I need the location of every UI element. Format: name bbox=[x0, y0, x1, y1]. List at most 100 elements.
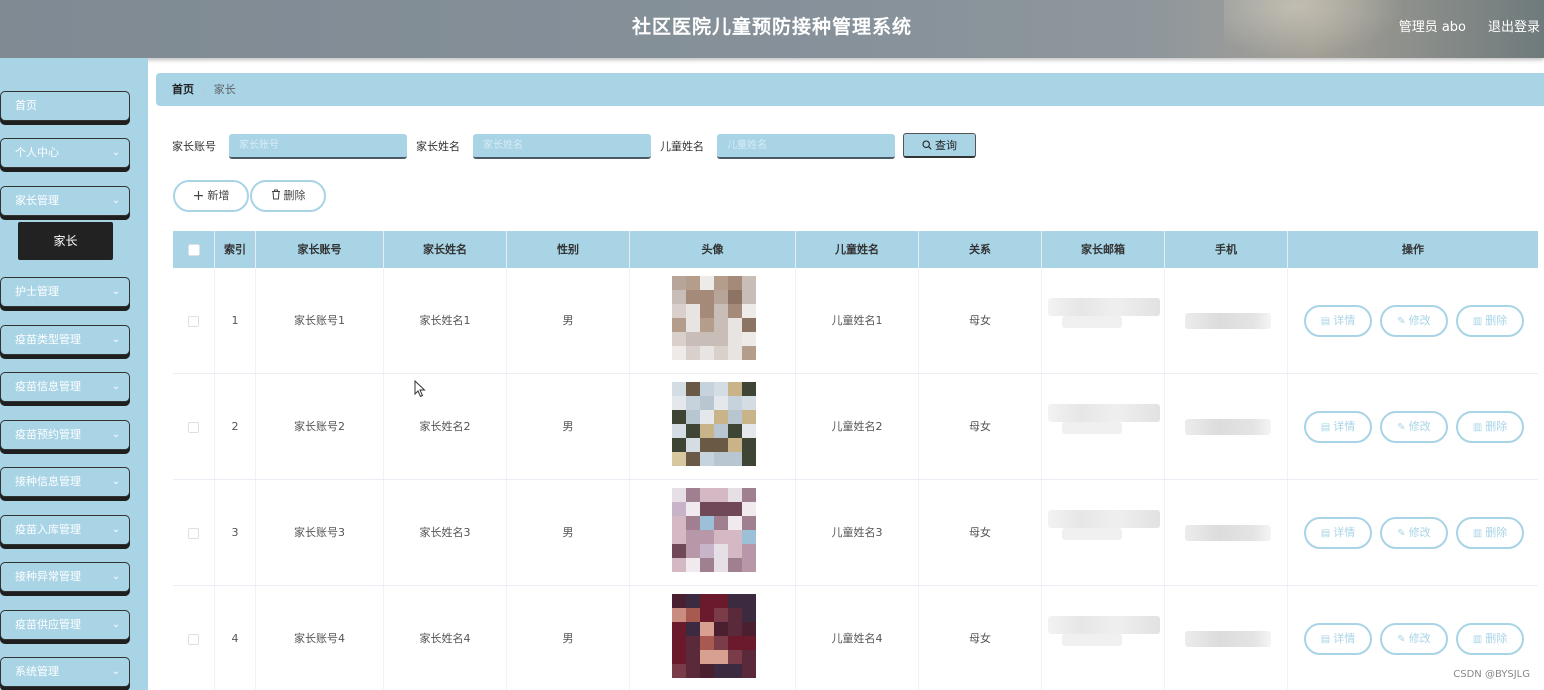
sidebar-item[interactable]: 接种异常管理 ⌄ bbox=[0, 562, 130, 592]
sidebar-item-label: 系统管理 bbox=[15, 665, 59, 678]
avatar-cell bbox=[630, 586, 796, 690]
row-checkbox-cell bbox=[173, 480, 215, 585]
row-checkbox[interactable] bbox=[188, 633, 199, 645]
sidebar-item[interactable]: 系统管理 ⌄ bbox=[0, 657, 130, 687]
trash-icon: ▥ bbox=[1472, 528, 1483, 539]
name-value: 家长姓名1 bbox=[419, 314, 471, 327]
top-header: 社区医院儿童预防接种管理系统 管理员 abo 退出登录 bbox=[0, 0, 1544, 58]
row-checkbox[interactable] bbox=[188, 315, 199, 327]
detail-button-label: 详情 bbox=[1333, 526, 1356, 539]
column-header-relation: 关系 bbox=[919, 231, 1042, 268]
chevron-down-icon: ⌄ bbox=[111, 195, 120, 206]
add-button[interactable]: + 新增 bbox=[173, 180, 249, 212]
actions-cell: ▤ 详情 ✎ 修改 ▥ 删除 bbox=[1288, 374, 1538, 479]
row-checkbox-cell bbox=[173, 374, 215, 479]
detail-button[interactable]: ▤ 详情 bbox=[1304, 411, 1372, 443]
trash-icon: ▥ bbox=[1472, 422, 1483, 433]
name-cell: 家长姓名3 bbox=[384, 480, 507, 585]
sidebar-item-label: 疫苗供应管理 bbox=[15, 618, 81, 631]
row-checkbox-cell bbox=[173, 268, 215, 373]
avatar-image bbox=[672, 382, 756, 466]
sidebar-item[interactable]: 疫苗信息管理 ⌄ bbox=[0, 372, 130, 402]
index-cell: 4 bbox=[215, 586, 256, 690]
parents-table: 索引 家长账号 家长姓名 性别 头像 儿童姓名 关系 家长邮箱 手机 操作 1 家… bbox=[173, 231, 1538, 690]
chevron-down-icon: ⌄ bbox=[111, 619, 120, 630]
email-cell bbox=[1042, 480, 1165, 585]
row-checkbox[interactable] bbox=[188, 527, 199, 539]
row-checkbox[interactable] bbox=[188, 421, 199, 433]
parent-name-input[interactable] bbox=[473, 134, 651, 159]
breadcrumb-home[interactable]: 首页 bbox=[172, 83, 194, 96]
detail-button-label: 详情 bbox=[1333, 632, 1356, 645]
detail-button[interactable]: ▤ 详情 bbox=[1304, 517, 1372, 549]
parent-account-input[interactable] bbox=[229, 134, 407, 159]
row-checkbox-cell bbox=[173, 586, 215, 690]
relation-cell: 母女 bbox=[919, 374, 1042, 479]
avatar-cell bbox=[630, 374, 796, 479]
actions-cell: ▤ 详情 ✎ 修改 ▥ 删除 bbox=[1288, 480, 1538, 585]
submenu-item-parent[interactable]: 家长 bbox=[18, 222, 113, 260]
chevron-down-icon: ⌄ bbox=[111, 286, 120, 297]
sidebar-item-label: 疫苗预约管理 bbox=[15, 428, 81, 441]
delete-button[interactable]: ▥ 删除 bbox=[1456, 517, 1524, 549]
chevron-down-icon: ⌄ bbox=[111, 666, 120, 677]
table-row: 1 家长账号1 家长姓名1 男儿童姓名1 母女 ▤ 详情 ✎ 修改 ▥ 删除 bbox=[173, 268, 1538, 374]
edit-button[interactable]: ✎ 修改 bbox=[1380, 411, 1448, 443]
account-value: 家长账号1 bbox=[294, 314, 345, 327]
edit-icon: ✎ bbox=[1397, 528, 1406, 539]
sidebar-item-label: 接种信息管理 bbox=[15, 475, 81, 488]
edit-button-label: 修改 bbox=[1408, 314, 1431, 327]
delete-button-label: 删除 bbox=[1485, 314, 1508, 327]
sidebar-item[interactable]: 个人中心 ⌄ bbox=[0, 138, 130, 168]
edit-button-label: 修改 bbox=[1408, 420, 1431, 433]
table-row: 2 家长账号2 家长姓名2 男儿童姓名2 母女 ▤ 详情 ✎ 修改 ▥ 删除 bbox=[173, 374, 1538, 480]
relation-cell: 母女 bbox=[919, 480, 1042, 585]
edit-button[interactable]: ✎ 修改 bbox=[1380, 517, 1448, 549]
gender-cell: 男 bbox=[507, 586, 630, 690]
email-cell bbox=[1042, 268, 1165, 373]
account-cell: 家长账号2 bbox=[256, 374, 384, 479]
chevron-down-icon: ⌄ bbox=[111, 524, 120, 535]
name-value: 家长姓名3 bbox=[419, 526, 471, 539]
sidebar-item[interactable]: 首页 bbox=[0, 91, 130, 121]
detail-button[interactable]: ▤ 详情 bbox=[1304, 623, 1372, 655]
sidebar-item[interactable]: 护士管理 ⌄ bbox=[0, 277, 130, 307]
index-value: 1 bbox=[231, 314, 239, 327]
name-value: 家长姓名2 bbox=[419, 420, 471, 433]
batch-delete-button[interactable]: 删除 bbox=[250, 180, 326, 212]
sidebar-item[interactable]: 疫苗入库管理 ⌄ bbox=[0, 515, 130, 545]
select-all-checkbox[interactable] bbox=[187, 244, 200, 256]
index-value: 4 bbox=[231, 632, 239, 645]
child-name-input[interactable] bbox=[717, 134, 895, 159]
delete-button[interactable]: ▥ 删除 bbox=[1456, 623, 1524, 655]
detail-button[interactable]: ▤ 详情 bbox=[1304, 305, 1372, 337]
email-redacted-detail bbox=[1062, 528, 1122, 540]
sidebar-item[interactable]: 疫苗预约管理 ⌄ bbox=[0, 420, 130, 450]
sidebar-item-label: 疫苗入库管理 bbox=[15, 523, 81, 536]
sidebar-item[interactable]: 接种信息管理 ⌄ bbox=[0, 467, 130, 497]
watermark: CSDN @BYSJLG bbox=[1453, 669, 1530, 680]
table-header: 索引 家长账号 家长姓名 性别 头像 儿童姓名 关系 家长邮箱 手机 操作 bbox=[173, 231, 1538, 268]
logout-link[interactable]: 退出登录 bbox=[1488, 16, 1540, 35]
sidebar-item[interactable]: 疫苗供应管理 ⌄ bbox=[0, 610, 130, 640]
edit-button-label: 修改 bbox=[1408, 632, 1431, 645]
gender-cell: 男 bbox=[507, 480, 630, 585]
column-header-account: 家长账号 bbox=[256, 231, 384, 268]
sidebar-item[interactable]: 疫苗类型管理 ⌄ bbox=[0, 325, 130, 355]
gender-value: 男 bbox=[562, 632, 574, 645]
phone-redacted bbox=[1185, 313, 1271, 329]
child-name-cell: 儿童姓名2 bbox=[796, 374, 919, 479]
edit-button[interactable]: ✎ 修改 bbox=[1380, 305, 1448, 337]
chevron-down-icon: ⌄ bbox=[111, 476, 120, 487]
delete-button[interactable]: ▥ 删除 bbox=[1456, 305, 1524, 337]
gender-value: 男 bbox=[562, 526, 574, 539]
delete-button[interactable]: ▥ 删除 bbox=[1456, 411, 1524, 443]
search-button[interactable]: 查询 bbox=[903, 133, 976, 158]
document-icon: ▤ bbox=[1320, 422, 1331, 433]
edit-button[interactable]: ✎ 修改 bbox=[1380, 623, 1448, 655]
index-cell: 3 bbox=[215, 480, 256, 585]
sidebar-item[interactable]: 家长管理 ⌄ bbox=[0, 186, 130, 216]
system-title: 社区医院儿童预防接种管理系统 bbox=[631, 16, 912, 38]
trash-icon: ▥ bbox=[1472, 634, 1483, 645]
mouse-cursor-icon bbox=[414, 380, 426, 398]
